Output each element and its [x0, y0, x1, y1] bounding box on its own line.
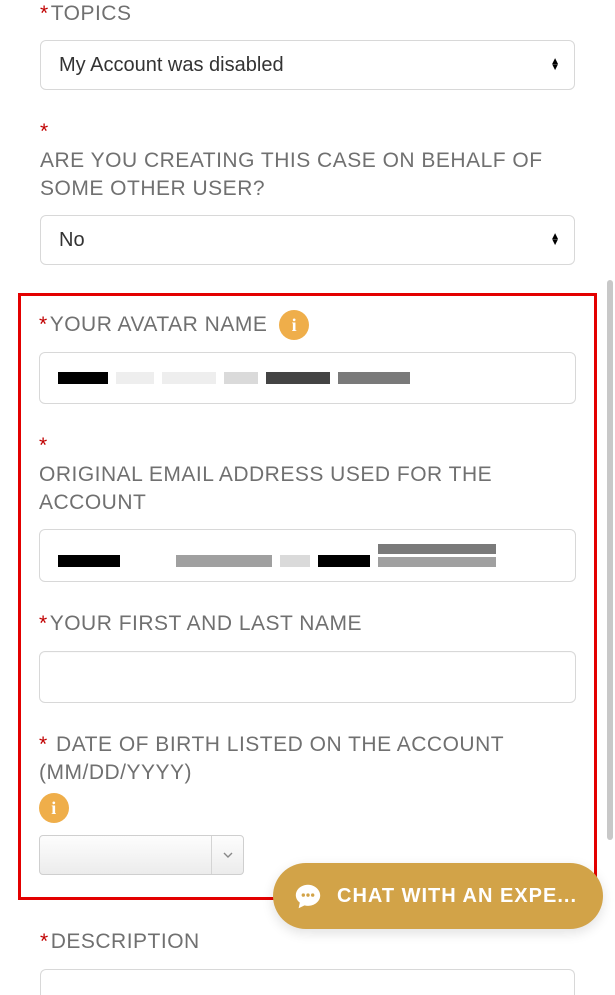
redacted-block — [58, 372, 108, 384]
description-input[interactable] — [40, 969, 575, 995]
required-asterisk: * — [40, 928, 49, 956]
info-icon[interactable]: i — [39, 793, 69, 823]
name-label-text: YOUR FIRST AND LAST NAME — [50, 610, 362, 638]
info-icon[interactable]: i — [279, 310, 309, 340]
name-field: * YOUR FIRST AND LAST NAME — [39, 610, 576, 702]
dob-label-text: DATE OF BIRTH LISTED ON THE ACCOUNT (MM/… — [39, 733, 504, 784]
redacted-block — [162, 372, 216, 384]
required-asterisk: * — [40, 0, 49, 28]
chevron-down-icon — [211, 836, 243, 874]
email-label-text: ORIGINAL EMAIL ADDRESS USED FOR THE ACCO… — [39, 461, 576, 518]
chat-button[interactable]: CHAT WITH AN EXPE... — [273, 863, 603, 929]
topics-label: * TOPICS — [40, 0, 575, 28]
topics-value: My Account was disabled — [59, 54, 284, 77]
dob-select[interactable] — [39, 835, 244, 875]
name-input[interactable] — [39, 651, 576, 703]
chat-icon — [293, 881, 323, 911]
dob-label: * DATE OF BIRTH LISTED ON THE ACCOUNT (M… — [39, 731, 576, 824]
avatar-label: * YOUR AVATAR NAME i — [39, 310, 576, 340]
redacted-block — [176, 555, 272, 567]
scrollbar[interactable] — [607, 280, 613, 840]
name-label: * YOUR FIRST AND LAST NAME — [39, 610, 576, 638]
avatar-input[interactable] — [39, 352, 576, 404]
email-input[interactable] — [39, 529, 576, 582]
select-arrows-icon: ▲▼ — [550, 59, 560, 71]
description-field: * DESCRIPTION — [40, 928, 575, 994]
topics-label-text: TOPICS — [51, 0, 132, 28]
description-label-text: DESCRIPTION — [51, 928, 200, 956]
redacted-block — [266, 372, 330, 384]
topics-field: * TOPICS My Account was disabled ▲▼ — [40, 0, 575, 90]
description-label: * DESCRIPTION — [40, 928, 575, 956]
required-asterisk: * — [40, 118, 49, 146]
dob-field: * DATE OF BIRTH LISTED ON THE ACCOUNT (M… — [39, 731, 576, 876]
email-field: * ORIGINAL EMAIL ADDRESS USED FOR THE AC… — [39, 432, 576, 582]
avatar-field: * YOUR AVATAR NAME i — [39, 310, 576, 404]
redacted-block — [116, 372, 154, 384]
redacted-block — [58, 555, 120, 567]
select-arrows-icon: ▲▼ — [550, 234, 560, 246]
chat-label: CHAT WITH AN EXPE... — [337, 885, 577, 908]
topics-select[interactable]: My Account was disabled ▲▼ — [40, 40, 575, 90]
redacted-block — [318, 555, 370, 567]
highlighted-section: * YOUR AVATAR NAME i * ORIGINAL EMAIL AD… — [18, 293, 597, 900]
onbehalf-label: * ARE YOU CREATING THIS CASE ON BEHALF O… — [40, 118, 575, 203]
onbehalf-field: * ARE YOU CREATING THIS CASE ON BEHALF O… — [40, 118, 575, 265]
required-asterisk: * — [39, 610, 48, 638]
redacted-block — [224, 372, 258, 384]
required-asterisk: * — [39, 311, 48, 339]
avatar-label-text: YOUR AVATAR NAME — [50, 311, 268, 339]
onbehalf-value: No — [59, 229, 85, 252]
redacted-block — [280, 555, 310, 567]
required-asterisk: * — [39, 733, 48, 756]
email-label: * ORIGINAL EMAIL ADDRESS USED FOR THE AC… — [39, 432, 576, 517]
required-asterisk: * — [39, 432, 48, 460]
onbehalf-label-text: ARE YOU CREATING THIS CASE ON BEHALF OF … — [40, 147, 575, 204]
onbehalf-select[interactable]: No ▲▼ — [40, 215, 575, 265]
redacted-block — [338, 372, 410, 384]
redacted-stack — [378, 544, 496, 567]
